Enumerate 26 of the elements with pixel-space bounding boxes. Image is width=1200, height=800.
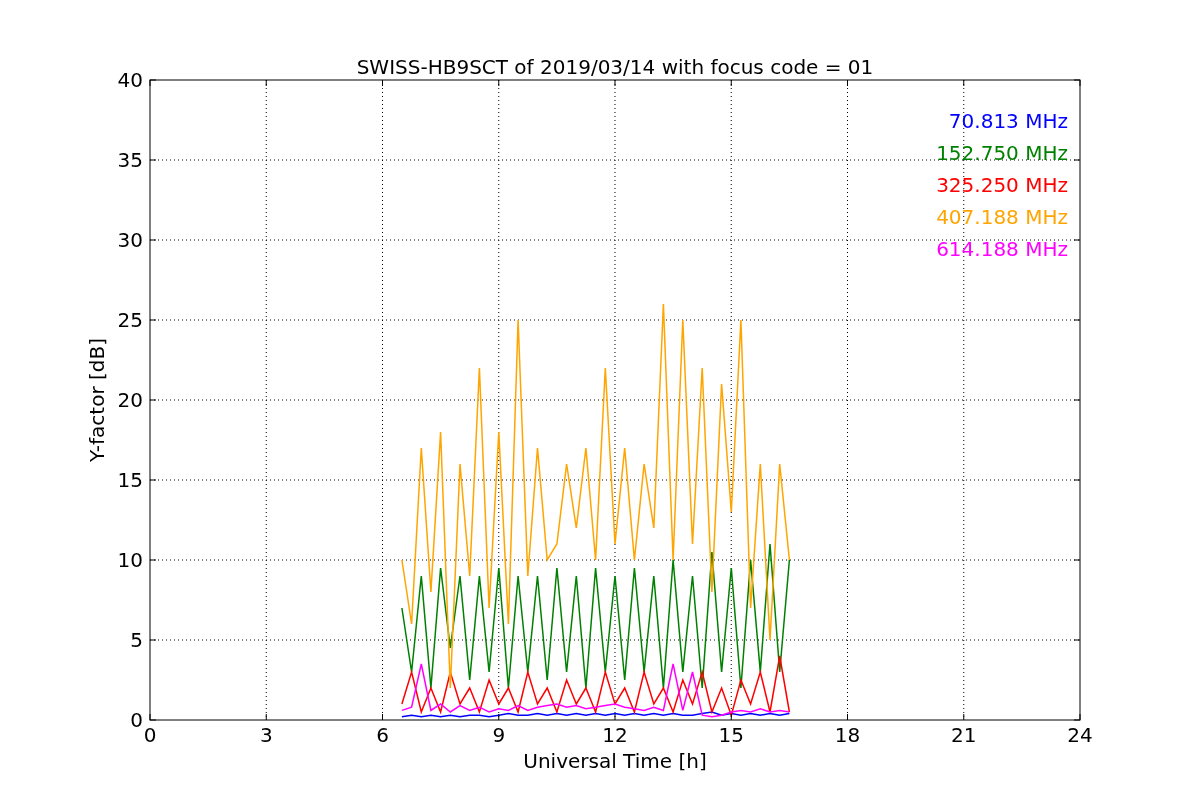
y-tick-label: 40 [117, 68, 143, 92]
legend-label: 70.813 MHz [948, 109, 1068, 133]
y-axis-label: Y-factor [dB] [85, 338, 109, 462]
x-tick-label: 12 [602, 723, 628, 747]
x-tick-label: 18 [834, 723, 861, 747]
y-tick-label: 25 [117, 308, 143, 332]
x-tick-label: 15 [718, 723, 744, 747]
x-tick-label: 0 [143, 723, 157, 747]
x-tick-label: 9 [492, 723, 506, 747]
x-axis-label: Universal Time [h] [523, 749, 707, 773]
legend-label: 325.250 MHz [936, 173, 1068, 197]
y-tick-label: 20 [117, 388, 143, 412]
legend-label: 152.750 MHz [936, 141, 1068, 165]
x-tick-label: 3 [259, 723, 273, 747]
y-tick-label: 30 [117, 228, 143, 252]
x-tick-label: 6 [376, 723, 389, 747]
y-tick-label: 0 [130, 708, 143, 732]
chart-title: SWISS-HB9SCT of 2019/03/14 with focus code = 01 [356, 55, 874, 79]
x-tick-label: 21 [951, 723, 977, 747]
y-tick-label: 35 [117, 148, 143, 172]
x-tick-label: 24 [1067, 723, 1093, 747]
y-tick-label: 15 [117, 468, 143, 492]
y-tick-label: 5 [130, 628, 143, 652]
legend-label: 407.188 MHz [936, 205, 1068, 229]
y-tick-label: 10 [117, 548, 143, 572]
legend-label: 614.188 MHz [936, 237, 1068, 261]
